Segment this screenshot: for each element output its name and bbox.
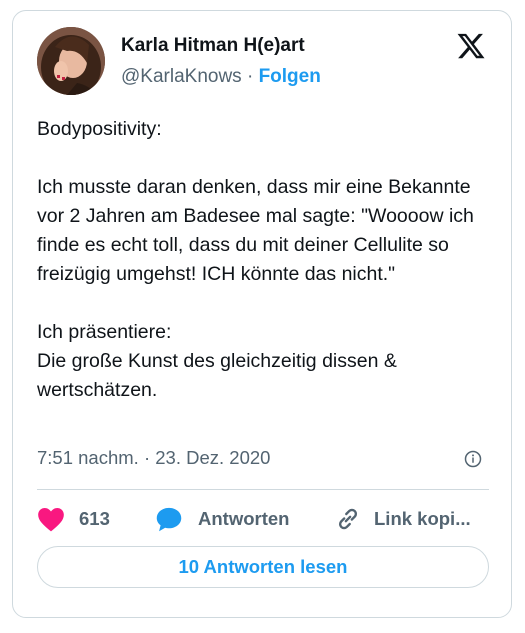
avatar[interactable] xyxy=(37,27,105,95)
separator-dot: · xyxy=(246,66,254,87)
tweet-timestamp[interactable]: 7:51 nachm. · 23. Dez. 2020 xyxy=(37,447,270,469)
divider xyxy=(37,489,489,490)
like-button[interactable]: 613 xyxy=(37,505,110,533)
avatar-image xyxy=(37,27,105,95)
copy-link-label: Link kopi... xyxy=(374,508,471,529)
author-display-name[interactable]: Karla Hitman H(e)art xyxy=(121,35,305,57)
author-handle-row: @KarlaKnows · Folgen xyxy=(121,66,321,88)
reply-label: Antworten xyxy=(198,508,290,529)
x-logo-icon[interactable] xyxy=(456,31,486,61)
tweet-text: Bodypositivity: Ich musste daran denken,… xyxy=(37,118,474,401)
heart-icon xyxy=(37,506,65,532)
copy-link-button[interactable]: Link kopi... xyxy=(335,505,471,533)
info-icon[interactable] xyxy=(464,450,482,468)
tweet-card: Karla Hitman H(e)art @KarlaKnows · Folge… xyxy=(12,10,512,618)
author-handle[interactable]: @KarlaKnows xyxy=(121,66,242,87)
reply-bubble-icon xyxy=(155,506,183,532)
read-replies-button[interactable]: 10 Antworten lesen xyxy=(37,546,489,588)
reply-button[interactable]: Antworten xyxy=(155,505,289,533)
follow-button[interactable]: Folgen xyxy=(259,66,321,87)
like-count: 613 xyxy=(79,508,110,529)
link-icon xyxy=(335,506,361,532)
